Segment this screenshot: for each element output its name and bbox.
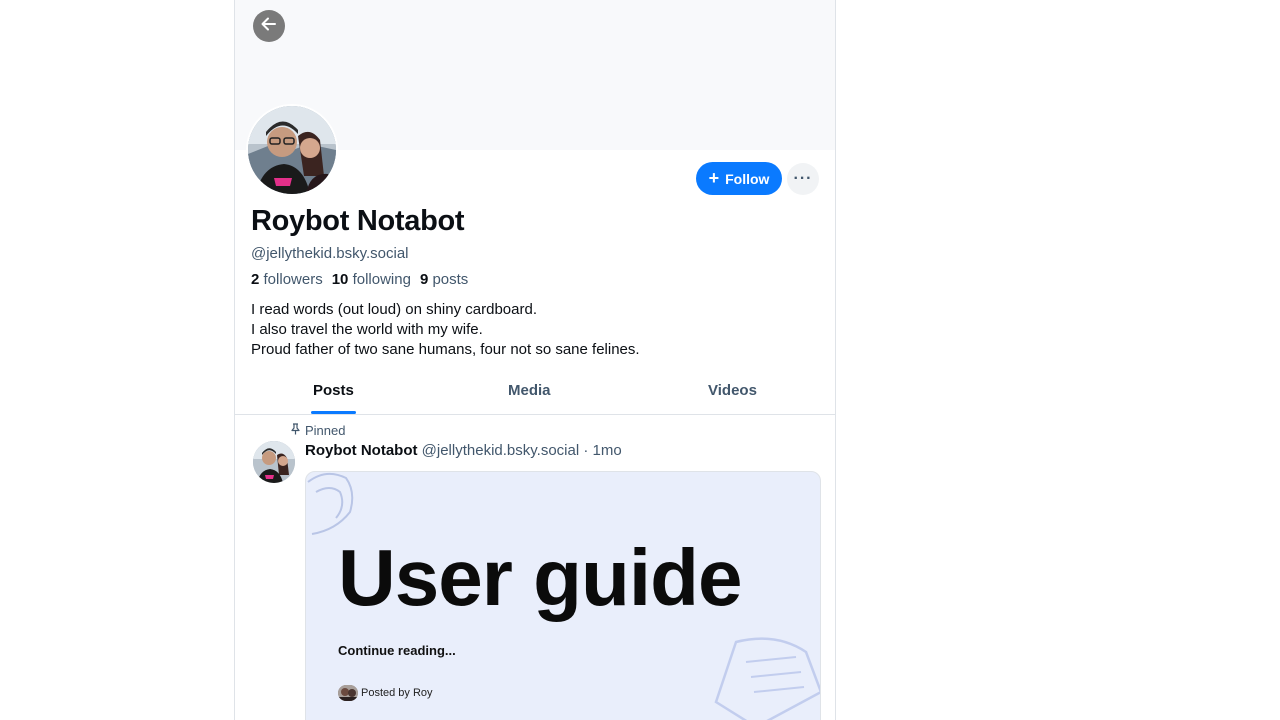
card-posted-by-label: Posted by Roy bbox=[361, 687, 433, 699]
post-author-handle[interactable]: @jellythekid.bsky.social bbox=[422, 442, 580, 459]
following-label: following bbox=[352, 271, 411, 288]
bio-line: I also travel the world with my wife. bbox=[251, 321, 483, 338]
bio-line: Proud father of two sane humans, four no… bbox=[251, 341, 640, 358]
posts-stat: 9 posts bbox=[420, 271, 468, 288]
card-continue-reading: Continue reading... bbox=[338, 643, 456, 658]
display-name: Roybot Notabot bbox=[251, 205, 465, 237]
tab-posts[interactable]: Posts bbox=[313, 382, 354, 399]
pinned-label: Pinned bbox=[305, 423, 346, 438]
profile-stats: 2 followers 10 following 9 posts bbox=[251, 271, 468, 288]
followers-count: 2 bbox=[251, 271, 260, 288]
profile-tabs: Posts Media Videos bbox=[235, 370, 835, 415]
following-stat[interactable]: 10 following bbox=[332, 271, 411, 288]
post-author-avatar[interactable] bbox=[253, 441, 295, 483]
following-count: 10 bbox=[331, 271, 349, 288]
pinned-indicator: Pinned bbox=[290, 423, 345, 438]
card-posted-by: Posted by Roy bbox=[338, 685, 433, 701]
follow-button[interactable]: + Follow bbox=[696, 162, 782, 195]
posts-count: 9 bbox=[419, 271, 429, 288]
plus-icon: + bbox=[708, 167, 720, 188]
profile-avatar[interactable] bbox=[246, 104, 338, 196]
more-options-button[interactable]: ··· bbox=[787, 163, 819, 195]
bio-line: I read words (out loud) on shiny cardboa… bbox=[251, 301, 537, 318]
post-separator: · bbox=[583, 442, 589, 459]
posts-label: posts bbox=[432, 271, 469, 288]
post-author-name[interactable]: Roybot Notabot bbox=[305, 442, 417, 459]
active-tab-indicator bbox=[311, 411, 356, 414]
ellipsis-icon: ··· bbox=[793, 170, 813, 187]
post-time[interactable]: 1mo bbox=[593, 442, 622, 459]
tab-media[interactable]: Media bbox=[508, 382, 551, 399]
profile-column: + Follow ··· Roybot Notabot @jellythekid… bbox=[234, 0, 836, 720]
profile-handle: @jellythekid.bsky.social bbox=[251, 245, 409, 262]
post-image-card[interactable]: User guide Continue reading... Posted by… bbox=[305, 471, 821, 720]
followers-stat[interactable]: 2 followers bbox=[251, 271, 323, 288]
pin-icon bbox=[290, 423, 301, 438]
card-title: User guide bbox=[338, 533, 742, 622]
decorative-doodle-icon bbox=[714, 637, 820, 720]
arrow-left-icon bbox=[259, 14, 279, 39]
tab-videos[interactable]: Videos bbox=[708, 382, 757, 399]
card-author-avatar bbox=[338, 685, 358, 701]
post-header: Roybot Notabot @jellythekid.bsky.social … bbox=[305, 442, 622, 459]
follow-label: Follow bbox=[725, 170, 770, 187]
profile-bio: I read words (out loud) on shiny cardboa… bbox=[251, 300, 640, 360]
followers-label: followers bbox=[263, 271, 323, 288]
back-button[interactable] bbox=[253, 10, 285, 42]
